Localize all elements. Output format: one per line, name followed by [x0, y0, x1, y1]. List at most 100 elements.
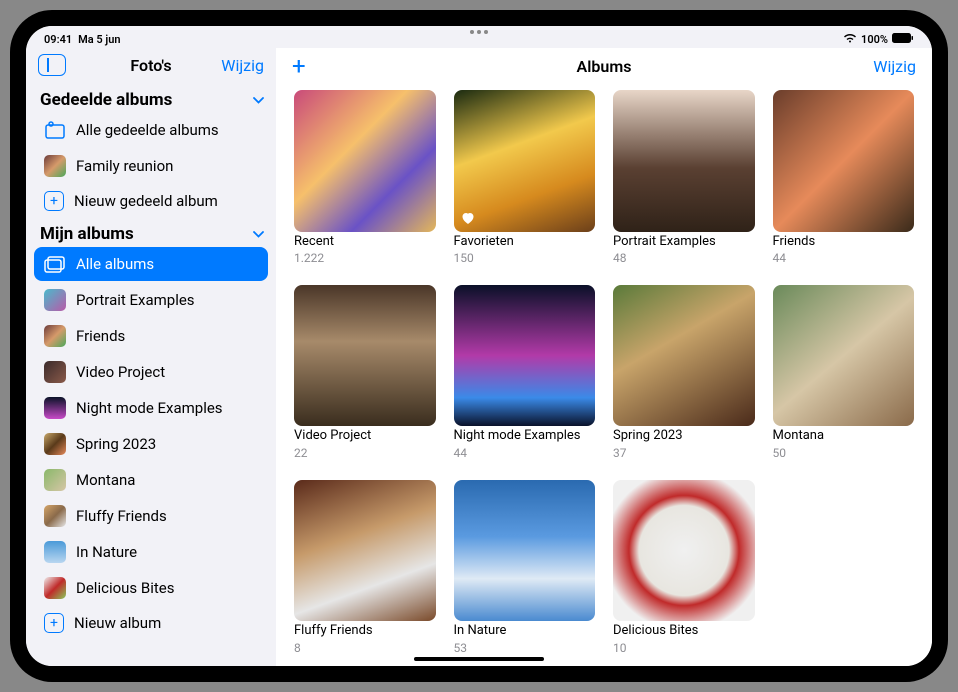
album-name: Montana: [773, 429, 915, 443]
album-thumbnail-icon: [44, 433, 66, 455]
album-name: Fluffy Friends: [294, 624, 436, 638]
album-count: 44: [773, 252, 915, 265]
album-thumbnail: [454, 480, 596, 622]
sidebar-item-label: Video Project: [76, 363, 165, 381]
sidebar-item-night-mode-examples[interactable]: Night mode Examples: [34, 391, 268, 425]
album-favorites[interactable]: Favorieten 150: [454, 90, 596, 265]
heart-icon: [460, 210, 476, 226]
album-count: 50: [773, 447, 915, 460]
album-fluffy-friends[interactable]: Fluffy Friends 8: [294, 480, 436, 655]
sidebar-item-all-shared-albums[interactable]: Alle gedeelde albums: [34, 113, 268, 147]
battery-percent: 100%: [861, 33, 888, 46]
sidebar-item-all-albums[interactable]: Alle albums: [34, 247, 268, 281]
albums-grid: Recent 1.222 Favorieten 150: [276, 86, 932, 666]
album-montana[interactable]: Montana 50: [773, 285, 915, 460]
albums-stack-icon: [44, 253, 66, 275]
plus-icon: +: [44, 613, 64, 633]
sidebar-item-friends[interactable]: Friends: [34, 319, 268, 353]
album-name: Favorieten: [454, 235, 596, 249]
sidebar-item-label: Delicious Bites: [76, 579, 174, 597]
sidebar-item-spring-2023[interactable]: Spring 2023: [34, 427, 268, 461]
album-count: 22: [294, 447, 436, 460]
chevron-down-icon: [253, 227, 264, 242]
section-header-shared-label: Gedeelde albums: [40, 90, 172, 110]
sidebar-edit-button[interactable]: Wijzig: [221, 56, 264, 75]
album-in-nature[interactable]: In Nature 53: [454, 480, 596, 655]
album-name: Friends: [773, 235, 915, 249]
wifi-icon: [843, 33, 857, 46]
section-header-my[interactable]: Mijn albums: [26, 218, 276, 246]
sidebar-item-label: Nieuw gedeeld album: [74, 192, 218, 210]
sidebar-item-fluffy-friends[interactable]: Fluffy Friends: [34, 499, 268, 533]
album-thumbnail: [613, 90, 755, 232]
sidebar: Foto's Wijzig Gedeelde albums Alle gedee…: [26, 48, 276, 666]
plus-icon: +: [44, 191, 64, 211]
section-header-my-label: Mijn albums: [40, 224, 134, 244]
album-thumbnail: [294, 90, 436, 232]
sidebar-item-in-nature[interactable]: In Nature: [34, 535, 268, 569]
sidebar-item-label: Night mode Examples: [76, 399, 223, 417]
album-thumbnail: [454, 285, 596, 427]
album-night-mode-examples[interactable]: Night mode Examples 44: [454, 285, 596, 460]
sidebar-item-family-reunion[interactable]: Family reunion: [34, 149, 268, 183]
album-thumbnail: [773, 285, 915, 427]
sidebar-item-label: Nieuw album: [74, 614, 161, 632]
album-name: Portrait Examples: [613, 235, 755, 249]
album-recent[interactable]: Recent 1.222: [294, 90, 436, 265]
album-count: 150: [454, 252, 596, 265]
album-thumbnail: [294, 285, 436, 427]
sidebar-item-new-shared-album[interactable]: + Nieuw gedeeld album: [34, 185, 268, 217]
album-thumbnail: [613, 285, 755, 427]
album-name: Recent: [294, 235, 436, 249]
home-indicator[interactable]: [414, 657, 544, 661]
album-video-project[interactable]: Video Project 22: [294, 285, 436, 460]
album-thumbnail-icon: [44, 541, 66, 563]
sidebar-item-label: Portrait Examples: [76, 291, 195, 309]
album-delicious-bites[interactable]: Delicious Bites 10: [613, 480, 755, 655]
album-count: 48: [613, 252, 755, 265]
status-time: 09:41: [44, 33, 72, 46]
sidebar-item-label: Montana: [76, 471, 135, 489]
album-thumbnail-icon: [44, 397, 66, 419]
sidebar-item-video-project[interactable]: Video Project: [34, 355, 268, 389]
battery-icon: [892, 33, 914, 46]
album-name: Night mode Examples: [454, 429, 596, 443]
album-name: Video Project: [294, 429, 436, 443]
sidebar-item-label: Alle gedeelde albums: [76, 121, 219, 139]
album-thumbnail-icon: [44, 155, 66, 177]
album-portrait-examples[interactable]: Portrait Examples 48: [613, 90, 755, 265]
chevron-down-icon: [253, 93, 264, 108]
album-count: 53: [454, 642, 596, 655]
album-name: In Nature: [454, 624, 596, 638]
sidebar-item-portrait-examples[interactable]: Portrait Examples: [34, 283, 268, 317]
album-count: 44: [454, 447, 596, 460]
sidebar-toggle-button[interactable]: [38, 54, 66, 76]
add-album-button[interactable]: +: [292, 54, 306, 78]
album-friends[interactable]: Friends 44: [773, 90, 915, 265]
album-thumbnail: [454, 90, 596, 232]
album-count: 10: [613, 642, 755, 655]
main-content: + Albums Wijzig Recent 1.222: [276, 48, 932, 666]
album-thumbnail-icon: [44, 469, 66, 491]
shared-album-icon: [44, 119, 66, 141]
album-name: Spring 2023: [613, 429, 755, 443]
status-date: Ma 5 jun: [78, 33, 120, 46]
sidebar-item-montana[interactable]: Montana: [34, 463, 268, 497]
album-thumbnail-icon: [44, 289, 66, 311]
main-edit-button[interactable]: Wijzig: [873, 57, 916, 76]
sidebar-item-delicious-bites[interactable]: Delicious Bites: [34, 571, 268, 605]
multitask-indicator[interactable]: [470, 30, 488, 34]
album-thumbnail-icon: [44, 577, 66, 599]
sidebar-item-label: Alle albums: [76, 255, 154, 273]
sidebar-title: Foto's: [130, 56, 171, 75]
album-spring-2023[interactable]: Spring 2023 37: [613, 285, 755, 460]
album-count: 37: [613, 447, 755, 460]
album-count: 1.222: [294, 252, 436, 265]
album-thumbnail-icon: [44, 361, 66, 383]
sidebar-item-new-album[interactable]: + Nieuw album: [34, 607, 268, 639]
album-thumbnail: [773, 90, 915, 232]
album-thumbnail-icon: [44, 505, 66, 527]
main-title: Albums: [577, 57, 632, 76]
sidebar-item-label: Friends: [76, 327, 125, 345]
section-header-shared[interactable]: Gedeelde albums: [26, 84, 276, 112]
